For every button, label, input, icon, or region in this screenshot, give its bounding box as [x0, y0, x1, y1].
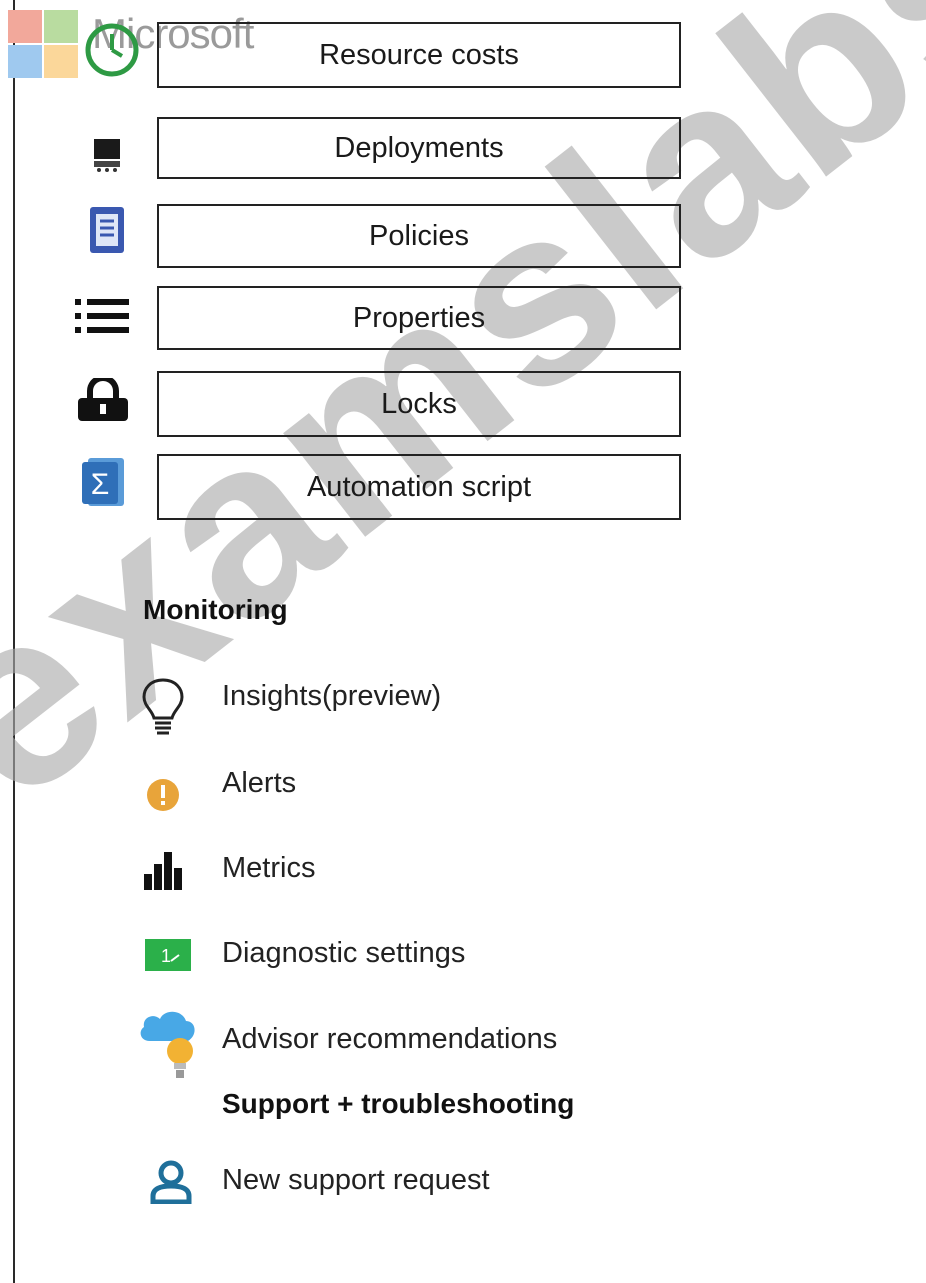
menu-item-label: Automation script [306, 470, 532, 503]
microsoft-logo-icon [8, 10, 78, 78]
diagnostic-settings-icon: 1 [145, 939, 191, 971]
support-item-new-support-request[interactable]: New support request [222, 1164, 490, 1197]
menu-item-deployments[interactable]: Deployments [157, 117, 681, 179]
menu-item-label: Deployments [334, 131, 504, 164]
left-border-line [13, 0, 15, 1283]
monitoring-item-advisor-recommendations[interactable]: Advisor recommendations [222, 1023, 557, 1056]
user-support-icon [150, 1160, 192, 1204]
deployments-icon [94, 139, 120, 172]
lightbulb-icon [142, 678, 184, 735]
section-heading-support: Support + troubleshooting [222, 1088, 575, 1119]
menu-item-automation-script[interactable]: Automation script [157, 454, 681, 520]
svg-text:Σ: Σ [91, 468, 110, 501]
lock-icon [78, 378, 128, 421]
menu-item-resource-costs[interactable]: Resource costs [157, 22, 681, 88]
monitoring-item-alerts[interactable]: Alerts [222, 767, 296, 800]
section-heading-monitoring: Monitoring [143, 594, 288, 625]
alert-icon [147, 779, 179, 811]
automation-script-icon: Σ [82, 458, 124, 506]
menu-item-label: Locks [381, 387, 457, 420]
menu-item-properties[interactable]: Properties [157, 286, 681, 350]
advisor-cloud-icon [140, 1011, 195, 1078]
svg-text:1: 1 [161, 946, 171, 966]
menu-item-label: Policies [369, 219, 469, 252]
monitoring-item-insights[interactable]: Insights(preview) [222, 680, 441, 713]
clock-icon [85, 23, 139, 77]
metrics-bar-icon [144, 852, 182, 890]
menu-item-policies[interactable]: Policies [157, 204, 681, 268]
menu-item-label: Properties [352, 301, 486, 334]
menu-item-locks[interactable]: Locks [157, 371, 681, 437]
menu-item-label: Resource costs [319, 38, 519, 71]
policies-icon [90, 207, 124, 253]
properties-list-icon [75, 299, 129, 333]
monitoring-item-diagnostic-settings[interactable]: Diagnostic settings [222, 937, 465, 970]
monitoring-item-metrics[interactable]: Metrics [222, 852, 315, 885]
